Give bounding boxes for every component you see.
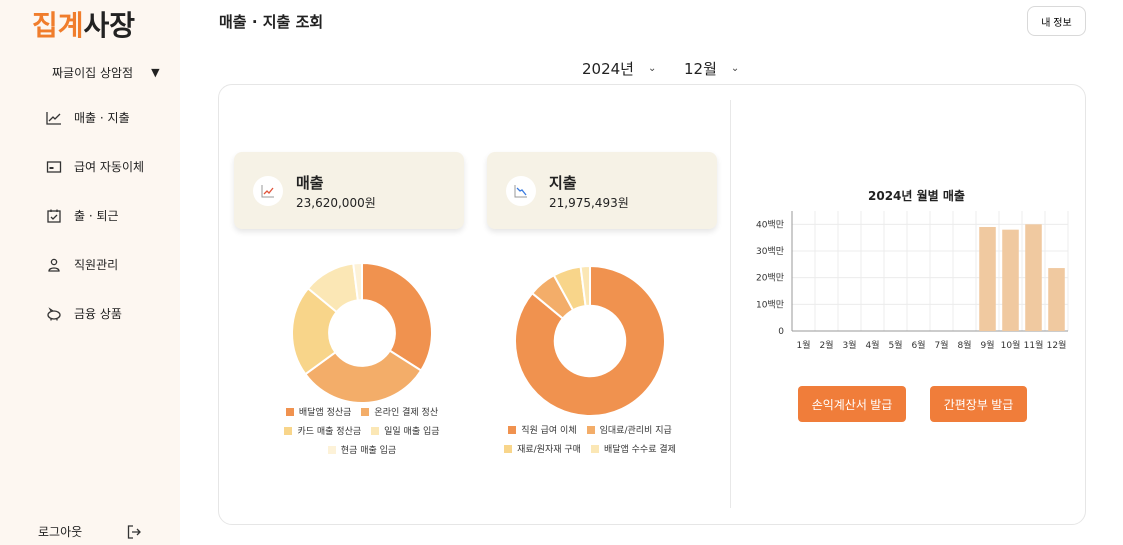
sidebar-item-attendance[interactable]: 출 · 퇴근 <box>46 207 119 224</box>
legend-item: 현금 매출 입금 <box>327 443 397 456</box>
legend-item: 카드 매출 정산금 <box>284 424 361 437</box>
sidebar-item-employees[interactable]: 직원관리 <box>46 256 118 273</box>
legend-swatch <box>508 425 517 434</box>
legend-item: 온라인 결제 정산 <box>361 405 438 418</box>
page-title: 매출 · 지출 조회 <box>219 13 324 31</box>
logo-part2: 사장 <box>83 9 136 42</box>
revenue-donut-chart <box>291 262 433 404</box>
x-tick-label: 4월 <box>865 339 879 351</box>
sidebar-item-label: 직원관리 <box>74 258 119 272</box>
line-chart-icon <box>46 110 62 126</box>
sidebar-item-finance[interactable]: 금융 상품 <box>46 305 122 322</box>
bar-12월[interactable] <box>1048 268 1065 331</box>
y-tick-label: 0 <box>778 327 784 337</box>
monthly-chart-title: 2024년 월별 매출 <box>868 189 965 203</box>
legend-swatch <box>327 445 336 454</box>
legend-swatch <box>285 407 294 416</box>
legend-item: 배달앱 수수료 결제 <box>590 442 676 455</box>
legend-item: 임대료/관리비 지급 <box>586 423 672 436</box>
chevron-down-icon: ⌄ <box>647 63 657 74</box>
sidebar-item-label: 금융 상품 <box>74 307 122 321</box>
y-tick-label: 10백만 <box>756 299 784 310</box>
legend-item: 직원 급여 이체 <box>508 423 577 436</box>
y-tick-label: 20백만 <box>756 273 784 284</box>
revenue-chart-icon <box>253 176 283 206</box>
revenue-title: 매출 <box>296 174 324 192</box>
legend-label: 임대료/관리비 지급 <box>599 426 672 436</box>
legend-swatch <box>590 444 599 453</box>
x-tick-label: 7월 <box>934 339 948 351</box>
bar-11월[interactable] <box>1025 224 1042 331</box>
x-tick-label: 12월 <box>1047 339 1067 351</box>
expense-chart-icon <box>506 176 536 206</box>
revenue-amount: 23,620,000원 <box>296 196 376 210</box>
expense-amount: 21,975,493원 <box>549 196 629 210</box>
revenue-legend: 배달앱 정산금 온라인 결제 정산 카드 매출 정산금 일일 매출 입금 현금 … <box>250 405 474 462</box>
sidebar-item-sales-expense[interactable]: 매출 · 지출 <box>46 109 130 126</box>
bar-10월[interactable] <box>1002 229 1019 331</box>
piggy-bank-icon <box>46 306 62 322</box>
y-tick-label: 40백만 <box>756 219 784 230</box>
logout-button[interactable]: 로그아웃 <box>38 523 142 540</box>
x-tick-label: 5월 <box>888 339 902 351</box>
x-tick-label: 6월 <box>911 339 925 351</box>
expense-legend: 직원 급여 이체 임대료/관리비 지급 재료/원자재 구매 배달앱 수수료 결제 <box>480 423 700 461</box>
caret-down-icon: ▼ <box>151 66 160 79</box>
app-logo[interactable]: 집계사장 <box>32 4 135 44</box>
legend-label: 배달앱 정산금 <box>298 408 352 418</box>
chevron-down-icon: ⌄ <box>730 63 740 74</box>
year-select[interactable]: 2024년 ⌄ <box>582 58 656 79</box>
profile-button[interactable]: 내 정보 <box>1027 6 1086 36</box>
x-tick-label: 2월 <box>819 339 833 351</box>
logo-part1: 집계 <box>32 9 84 42</box>
legend-label: 일일 매출 입금 <box>384 427 440 437</box>
y-tick-label: 30백만 <box>756 246 784 257</box>
x-tick-label: 8월 <box>957 339 971 351</box>
revenue-summary-card: 매출 23,620,000원 <box>234 152 464 229</box>
store-name: 짜글이집 상암점 <box>52 66 134 80</box>
sidebar-item-label: 급여 자동이체 <box>74 160 145 174</box>
logout-icon <box>126 524 142 540</box>
store-selector[interactable]: 짜글이집 상암점 ▼ <box>52 64 160 81</box>
legend-label: 카드 매출 정산금 <box>297 427 362 437</box>
x-tick-label: 3월 <box>842 339 856 351</box>
x-tick-label: 9월 <box>980 339 994 351</box>
panel-divider <box>730 100 731 508</box>
x-tick-label: 10월 <box>1001 339 1021 351</box>
sidebar-item-payroll[interactable]: 급여 자동이체 <box>46 158 144 175</box>
person-icon <box>46 257 62 273</box>
legend-swatch <box>586 425 595 434</box>
legend-item: 일일 매출 입금 <box>371 424 440 437</box>
legend-label: 온라인 결제 정산 <box>374 408 439 418</box>
sidebar-item-label: 매출 · 지출 <box>74 111 130 125</box>
x-tick-label: 1월 <box>796 339 810 351</box>
month-value: 12월 <box>684 60 717 78</box>
monthly-revenue-bar-chart: 0 10백만 20백만 30백만 40백만 1월 2월 3월 4월 5월 6월 7월 8월 9월 10월 11… <box>756 211 1069 351</box>
expense-title: 지출 <box>549 174 577 192</box>
legend-swatch <box>284 426 293 435</box>
year-value: 2024년 <box>582 60 634 78</box>
legend-label: 현금 매출 입금 <box>340 446 397 456</box>
simple-ledger-button[interactable]: 간편장부 발급 <box>930 386 1027 422</box>
calendar-check-icon <box>46 208 62 224</box>
card-icon <box>46 159 62 175</box>
legend-label: 배달앱 수수료 결제 <box>603 445 676 455</box>
legend-label: 재료/원자재 구매 <box>517 445 581 455</box>
bar-9월[interactable] <box>979 227 996 331</box>
x-tick-label: 11월 <box>1024 339 1044 351</box>
expense-donut-chart <box>514 265 666 417</box>
legend-swatch <box>371 426 380 435</box>
pl-statement-button[interactable]: 손익계산서 발급 <box>798 386 906 422</box>
legend-swatch <box>361 407 370 416</box>
app-root: 집계사장 짜글이집 상암점 ▼ 매출 · 지출 급여 자동이체 출 · 퇴근 직… <box>0 0 1123 545</box>
sidebar: 집계사장 짜글이집 상암점 ▼ 매출 · 지출 급여 자동이체 출 · 퇴근 직… <box>0 0 180 545</box>
legend-swatch <box>504 444 513 453</box>
legend-item: 재료/원자재 구매 <box>504 442 581 455</box>
expense-summary-card: 지출 21,975,493원 <box>487 152 717 229</box>
logout-label: 로그아웃 <box>38 525 83 539</box>
legend-label: 직원 급여 이체 <box>521 426 577 436</box>
month-select[interactable]: 12월 ⌄ <box>684 58 739 79</box>
legend-item: 배달앱 정산금 <box>285 405 352 418</box>
sidebar-item-label: 출 · 퇴근 <box>74 209 119 223</box>
